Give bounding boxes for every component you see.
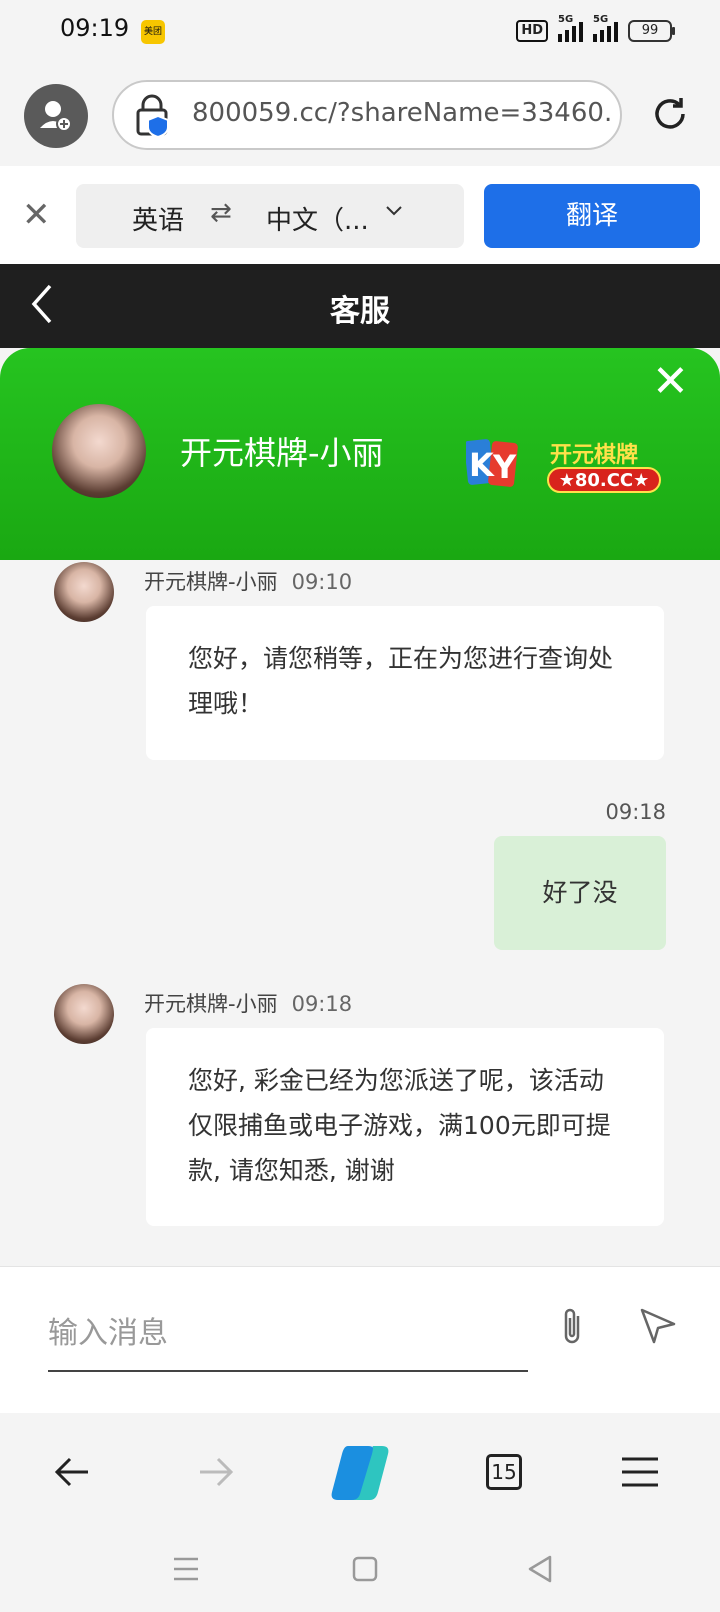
message-bubble: 您好, 彩金已经为您派送了呢，该活动仅限捕鱼或电子游戏，满100元即可提款, 请… xyxy=(146,1028,664,1226)
menu-button[interactable] xyxy=(620,1456,660,1492)
message-meta: 开元棋牌-小丽 09:18 xyxy=(144,988,352,1018)
brand-logo: K Y 开元棋牌 ★80.CC★ xyxy=(466,439,661,493)
battery-icon: 99 xyxy=(628,20,675,42)
source-language[interactable]: 英语 xyxy=(132,200,184,237)
copilot-button[interactable] xyxy=(328,1442,392,1506)
copilot-icon xyxy=(331,1446,389,1500)
tabs-button[interactable]: 15 xyxy=(486,1454,522,1490)
agent-avatar-small xyxy=(54,562,114,622)
message-sender: 开元棋牌-小丽 xyxy=(144,992,278,1016)
nav-back-icon xyxy=(54,1457,88,1487)
message-sender: 开元棋牌-小丽 xyxy=(144,570,278,594)
send-button[interactable] xyxy=(638,1306,678,1350)
my-message-bubble: 好了没 xyxy=(494,836,666,950)
svg-text:开元棋牌: 开元棋牌 xyxy=(550,442,638,468)
svg-text:K: K xyxy=(469,446,495,484)
message-time: 09:18 xyxy=(291,992,353,1016)
svg-text:★80.CC★: ★80.CC★ xyxy=(559,470,650,491)
chevron-down-icon[interactable] xyxy=(384,200,404,226)
message-text: 您好，请您稍等，正在为您进行查询处理哦！ xyxy=(188,644,614,718)
close-icon[interactable]: ✕ xyxy=(652,360,689,404)
recents-button[interactable] xyxy=(172,1556,200,1586)
message-text: 您好, 彩金已经为您派送了呢，该活动仅限捕鱼或电子游戏，满100元即可提款, 请… xyxy=(188,1066,611,1185)
status-time: 09:19 xyxy=(60,14,130,42)
signal-2-icon: 5G xyxy=(593,14,618,42)
recents-icon xyxy=(174,1557,198,1581)
system-back-button[interactable] xyxy=(526,1554,554,1588)
svg-text:Y: Y xyxy=(492,448,517,486)
profile-button[interactable] xyxy=(24,84,88,148)
paperclip-icon xyxy=(564,1308,580,1344)
page-title: 客服 xyxy=(330,294,390,329)
agent-name: 开元棋牌-小丽 xyxy=(180,434,384,472)
home-button[interactable] xyxy=(352,1556,378,1586)
message-input[interactable]: 输入消息 xyxy=(48,1308,168,1352)
close-icon[interactable]: ✕ xyxy=(22,198,51,232)
nav-back-button[interactable] xyxy=(52,1454,92,1494)
meituan-notification-icon: 美团 xyxy=(141,20,165,44)
input-underline xyxy=(48,1370,528,1372)
menu-icon xyxy=(622,1457,658,1487)
nav-forward-icon xyxy=(200,1457,234,1487)
tabs-icon: 15 xyxy=(491,1460,517,1484)
message-bubble: 您好，请您稍等，正在为您进行查询处理哦！ xyxy=(146,606,664,760)
agent-avatar xyxy=(52,404,146,498)
reload-button[interactable] xyxy=(650,94,690,138)
hd-icon: HD xyxy=(516,20,548,42)
nav-forward-button[interactable] xyxy=(196,1454,236,1494)
agent-avatar-small xyxy=(54,984,114,1044)
message-time: 09:10 xyxy=(291,570,353,594)
home-icon xyxy=(352,1556,378,1582)
signal-1-label: 5G xyxy=(558,14,574,25)
swap-icon[interactable]: ⇄ xyxy=(210,198,232,228)
translate-button[interactable]: 翻译 xyxy=(484,184,700,248)
target-language[interactable]: 中文（... xyxy=(266,200,369,237)
attach-button[interactable] xyxy=(556,1304,588,1352)
signal-2-label: 5G xyxy=(593,14,609,25)
message-meta: 开元棋牌-小丽 09:10 xyxy=(144,566,352,596)
url-text[interactable]: 800059.cc/?shareName=33460.n xyxy=(192,98,612,128)
send-icon xyxy=(640,1308,676,1344)
message-time: 09:18 xyxy=(605,800,666,824)
add-profile-icon xyxy=(40,101,72,132)
reload-icon xyxy=(655,98,685,129)
lock-shield-icon[interactable] xyxy=(134,94,174,142)
status-icons: HD 5G 5G 99 xyxy=(516,14,675,44)
message-text: 好了没 xyxy=(542,878,618,907)
signal-1-icon: 5G xyxy=(558,14,583,42)
system-back-icon xyxy=(528,1555,552,1583)
